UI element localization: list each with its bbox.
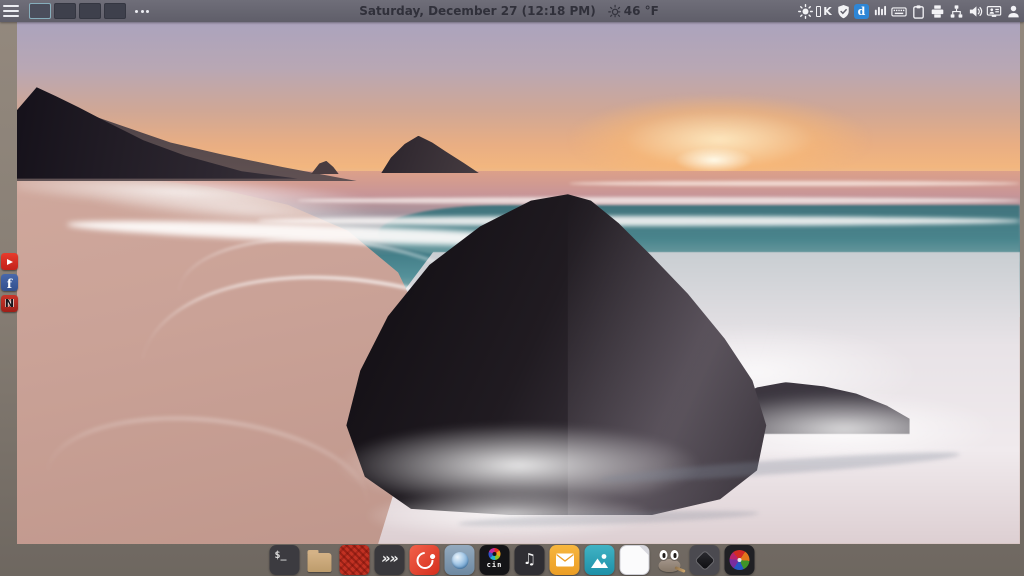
brightness-icon[interactable] (797, 3, 813, 19)
fast-forward-icon: »» (381, 551, 397, 567)
dock-mail-client[interactable] (550, 545, 580, 575)
layout-letter: K (823, 5, 832, 18)
clock[interactable]: Saturday, December 27 (12:18 PM) (359, 4, 596, 18)
music-note-icon: ♫ (523, 550, 536, 568)
shield-check-icon[interactable] (835, 3, 851, 19)
user-icon[interactable] (1005, 3, 1021, 19)
dock-music-player[interactable]: ♫ (515, 545, 545, 575)
layout-bar-icon (816, 6, 821, 17)
dock-text-document[interactable] (620, 545, 650, 575)
dock-inkscape[interactable] (690, 545, 720, 575)
inkscape-diamond-icon (695, 551, 713, 569)
cinelerra-label: cin (487, 562, 503, 569)
panel-overflow-button[interactable] (135, 0, 149, 22)
dock-chromium-browser[interactable] (445, 545, 475, 575)
workspace-3[interactable] (79, 3, 101, 19)
envelope-icon (555, 553, 574, 567)
wallpaper (17, 22, 1020, 544)
dock-cinelerra[interactable]: cin (480, 545, 510, 575)
weather-applet[interactable]: 46 °F (607, 4, 659, 18)
clipboard-icon[interactable] (910, 3, 926, 19)
dock-terminal[interactable]: $_ (270, 545, 300, 575)
workspace-1[interactable] (29, 3, 51, 19)
printer-icon[interactable] (929, 3, 945, 19)
network-icon[interactable] (948, 3, 964, 19)
facebook-shortcut[interactable]: f (1, 274, 18, 291)
dock: $_ »» cin ♫ (270, 545, 755, 575)
desktop-shortcuts: f N (1, 253, 18, 312)
netflix-shortcut[interactable]: N (1, 295, 18, 312)
top-panel: Saturday, December 27 (12:18 PM) 46 °F (0, 0, 1024, 22)
ellipsis-icon (135, 10, 138, 13)
audio-levels-icon[interactable] (872, 3, 888, 19)
facebook-f-icon: f (7, 278, 12, 290)
workspace-switcher (29, 3, 126, 19)
weather-temperature: 46 °F (624, 4, 659, 18)
weather-sun-icon (607, 4, 621, 18)
youtube-shortcut[interactable] (1, 253, 18, 270)
dock-red-textured-app[interactable] (340, 545, 370, 575)
dock-media-converter[interactable]: »» (375, 545, 405, 575)
color-wheel-icon (489, 548, 501, 560)
browser-globe-icon (451, 552, 468, 569)
keyboard-icon[interactable] (891, 3, 907, 19)
pinwheel-icon (730, 550, 750, 570)
dock-photo-manager[interactable] (725, 545, 755, 575)
hamburger-icon (3, 5, 19, 8)
keyboard-layout-indicator[interactable]: K (816, 3, 832, 19)
system-tray: K d (797, 0, 1021, 22)
dock-gimp[interactable] (655, 545, 685, 575)
terminal-prompt-label: $_ (275, 550, 287, 561)
netflix-n-icon: N (5, 298, 14, 309)
applications-menu-button[interactable] (0, 0, 24, 22)
gimp-wilber-icon (656, 547, 684, 574)
folder-icon (308, 553, 332, 572)
workspace-4[interactable] (104, 3, 126, 19)
play-icon (7, 259, 13, 265)
dock-red-swirl-app[interactable] (410, 545, 440, 575)
circular-arrow-icon (412, 548, 436, 572)
d-app-indicator[interactable]: d (854, 4, 869, 19)
dock-file-manager[interactable] (305, 545, 335, 575)
screen-share-icon[interactable] (986, 3, 1002, 19)
dock-image-viewer[interactable] (585, 545, 615, 575)
workspace-2[interactable] (54, 3, 76, 19)
photo-icon (590, 552, 610, 569)
volume-icon[interactable] (967, 3, 983, 19)
wallpaper-sun (674, 147, 754, 173)
clock-weather-group: Saturday, December 27 (12:18 PM) 46 °F (359, 0, 659, 22)
